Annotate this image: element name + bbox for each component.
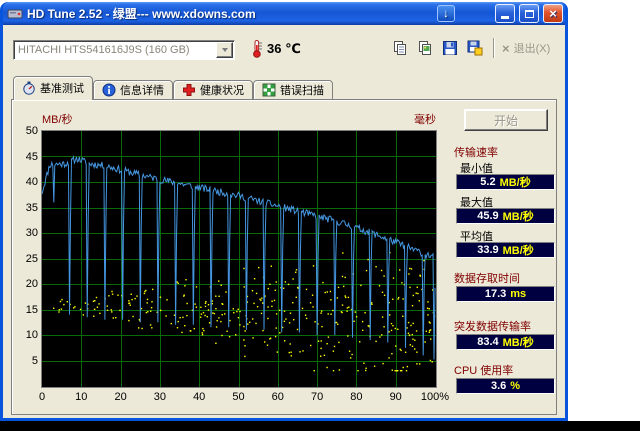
cpu-usage-value: 3.6 [490, 380, 507, 392]
app-icon [7, 9, 23, 18]
cpu-usage-value-box: 3.6 % [456, 378, 555, 394]
burst-rate-value: 83.4 [477, 336, 499, 348]
exit-button[interactable]: × 退出(X) [502, 40, 550, 56]
maximize-button[interactable] [519, 4, 539, 23]
x-tick-label: 80 [350, 391, 363, 403]
y-tick-label: 25 [25, 252, 38, 265]
error-scan-grid-icon [262, 83, 276, 97]
toolbar: HITACHI HTS541616J9S (160 GB) 36 ℃ × 退出(… [3, 25, 565, 75]
min-value: 5.2 [480, 176, 496, 188]
y-tick-label: 45 [25, 150, 38, 163]
max-value-box: 45.9 MB/秒 [456, 208, 555, 224]
client-area: HITACHI HTS541616J9S (160 GB) 36 ℃ × 退出(… [3, 25, 565, 418]
x-tick-label: 40 [193, 391, 206, 403]
x-tick-label: 30 [153, 391, 167, 403]
y-tick-label: 5 [31, 354, 38, 367]
temperature-display: 36 ℃ [251, 39, 301, 58]
x-tick-label: 100% [420, 391, 450, 403]
info-icon [102, 83, 116, 97]
burst-rate-unit: MB/秒 [502, 337, 534, 349]
app-window: HD Tune 2.52 - 绿盟--- www.xdowns.com ↓ × … [0, 2, 568, 421]
x-tick-label: 60 [271, 391, 284, 403]
max-value: 45.9 [477, 210, 499, 222]
x-tick-label: 10 [75, 391, 88, 403]
titlebar: HD Tune 2.52 - 绿盟--- www.xdowns.com ↓ × [3, 2, 565, 25]
download-arrow-icon[interactable]: ↓ [437, 5, 455, 22]
access-time-value-box: 17.3 ms [456, 286, 555, 302]
drive-select[interactable]: HITACHI HTS541616J9S (160 GB) [13, 40, 235, 60]
exit-label: 退出(X) [513, 43, 551, 55]
tab-error-scan-label: 错误扫描 [280, 85, 324, 97]
tab-health[interactable]: 健康状况 [173, 80, 253, 99]
y-right-axis-title: 毫秒 [414, 114, 436, 126]
minimize-icon [501, 16, 509, 19]
avg-unit: MB/秒 [502, 245, 534, 257]
tab-error-scan[interactable]: 错误扫描 [253, 80, 333, 99]
save-icon [443, 41, 457, 55]
y-tick-label: 50 [25, 125, 38, 137]
access-time-unit: ms [510, 288, 527, 300]
benchmark-plot [41, 130, 437, 388]
y-left-axis-title: MB/秒 [42, 114, 73, 126]
copy-text-icon [394, 41, 406, 55]
x-tick-label: 0 [38, 391, 46, 403]
copy-screenshot-button[interactable] [414, 37, 436, 59]
copy-text-button[interactable] [389, 37, 411, 59]
x-tick-label: 90 [389, 391, 402, 403]
maximize-icon [524, 10, 534, 18]
chevron-down-icon[interactable] [216, 42, 233, 58]
cpu-usage-title: CPU 使用率 [454, 365, 514, 377]
health-cross-icon [183, 84, 195, 96]
benchmark-panel: MB/秒 毫秒 50 45 40 35 30 25 20 15 10 5 0 10 20 30 40 50 6… [11, 99, 557, 415]
temperature-value: 36 ℃ [267, 40, 301, 56]
x-tick-label: 70 [310, 391, 324, 403]
y-tick-label: 15 [25, 303, 38, 316]
y-tick-label: 35 [25, 201, 38, 214]
benchmark-gauge-icon [23, 81, 35, 95]
y-tick-label: 20 [25, 278, 38, 290]
toolbar-buttons: × 退出(X) [389, 37, 550, 59]
avg-value: 33.9 [477, 244, 499, 256]
x-tick-label: 50 [232, 391, 245, 403]
min-value-box: 5.2 MB/秒 [456, 174, 555, 190]
min-unit: MB/秒 [499, 177, 531, 189]
minimize-button[interactable] [495, 4, 515, 23]
tab-health-label: 健康状况 [200, 85, 244, 97]
exit-x-icon: × [502, 40, 510, 56]
access-time-value: 17.3 [484, 288, 507, 300]
save-button[interactable] [439, 37, 461, 59]
y-tick-label: 10 [25, 329, 38, 341]
y-tick-label: 40 [25, 176, 38, 188]
tab-info[interactable]: 信息详情 [93, 80, 173, 99]
burst-rate-value-box: 83.4 MB/秒 [456, 334, 555, 350]
max-unit: MB/秒 [502, 211, 534, 223]
access-time-title: 数据存取时间 [454, 273, 520, 285]
transfer-rate-title: 传输速率 [454, 147, 498, 159]
tab-benchmark[interactable]: 基准测试 [13, 76, 93, 100]
avg-value-box: 33.9 MB/秒 [456, 242, 555, 258]
thermometer-icon [253, 40, 262, 58]
tab-benchmark-label: 基准测试 [40, 83, 84, 95]
x-tick-label: 20 [114, 391, 127, 403]
tab-info-label: 信息详情 [120, 85, 164, 97]
start-button[interactable]: 开始 [464, 109, 548, 131]
drive-select-value: HITACHI HTS541616J9S (160 GB) [18, 44, 190, 56]
save-screenshot-button[interactable] [464, 37, 486, 59]
cpu-usage-unit: % [510, 380, 521, 392]
burst-rate-title: 突发数据传输率 [454, 321, 531, 333]
bottom-strip [0, 421, 640, 431]
window-title: HD Tune 2.52 - 绿盟--- www.xdowns.com [27, 7, 256, 21]
close-button[interactable]: × [543, 4, 563, 23]
save-screenshot-icon [467, 40, 483, 56]
screen: HD Tune 2.52 - 绿盟--- www.xdowns.com ↓ × … [0, 0, 640, 431]
tab-bar: 基准测试 信息详情 健康状况 错误扫描 [3, 75, 565, 100]
toolbar-separator [493, 38, 495, 58]
copy-screenshot-icon [419, 41, 431, 55]
y-tick-label: 30 [25, 227, 38, 239]
